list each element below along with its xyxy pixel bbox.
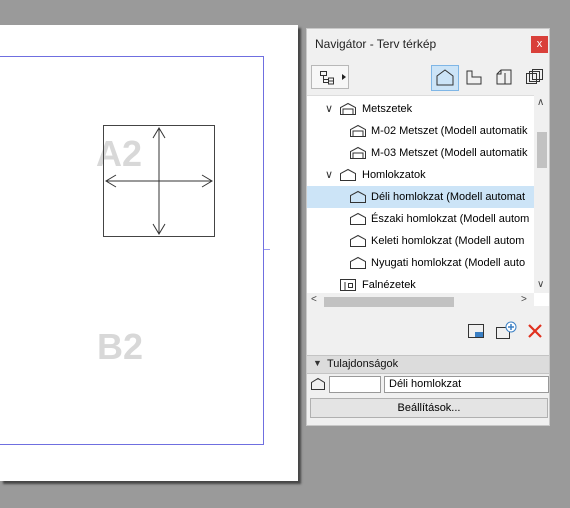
view-id-field[interactable] — [329, 376, 381, 393]
scroll-up-icon[interactable]: ∧ — [537, 97, 544, 108]
tree-item-selected[interactable]: Déli homlokzat (Modell automat — [307, 186, 535, 208]
vertical-scrollbar[interactable]: ∧ ∨ — [534, 95, 549, 293]
properties-header[interactable]: ▼ Tulajdonságok — [307, 355, 549, 374]
tree-label: Északi homlokzat (Modell autom — [371, 213, 530, 225]
section-folder-icon — [340, 102, 356, 115]
tree-folder-elevations[interactable]: ∨ Homlokzatok — [307, 164, 535, 186]
chevron-down-icon[interactable]: ∨ — [325, 164, 333, 186]
publisher-sets-icon — [526, 69, 543, 84]
close-button[interactable]: x — [531, 36, 548, 53]
elevation-marker-arrows — [105, 127, 213, 235]
new-view-icon — [468, 324, 484, 338]
elevation-icon — [350, 190, 366, 203]
scroll-right-icon[interactable]: > — [521, 294, 527, 305]
tree-label: Nyugati homlokzat (Modell auto — [371, 257, 526, 269]
section-icon — [350, 124, 366, 137]
tree-label: Homlokzatok — [362, 169, 426, 181]
zone-label-b2: B2 — [97, 326, 144, 367]
popup-menu-button[interactable] — [311, 65, 349, 89]
tab-publisher-sets[interactable] — [521, 65, 549, 91]
clone-view-button[interactable] — [494, 321, 518, 341]
scroll-down-icon[interactable]: ∨ — [537, 279, 544, 290]
tree-label: M-03 Metszet (Modell automatik — [371, 147, 528, 159]
tree-menu-icon — [320, 71, 346, 85]
tree-label: M-02 Metszet (Modell automatik — [371, 125, 528, 137]
house-icon — [436, 69, 454, 86]
elevation-icon — [350, 212, 366, 225]
delete-x-icon — [528, 324, 542, 338]
navigator-panel: Navigátor - Terv térkép x ∨ Metszetek M-… — [306, 28, 550, 426]
vertical-scroll-thumb[interactable] — [537, 132, 547, 168]
tree-item[interactable]: M-02 Metszet (Modell automatik — [307, 120, 535, 142]
tab-view-map[interactable] — [461, 65, 489, 91]
tree-item[interactable]: M-03 Metszet (Modell automatik — [307, 142, 535, 164]
tree-item[interactable]: Északi homlokzat (Modell autom — [307, 208, 535, 230]
tree-label: Metszetek — [362, 103, 413, 115]
sheet-border — [0, 56, 264, 445]
elevation-icon — [350, 234, 366, 247]
properties-title: Tulajdonságok — [327, 358, 399, 370]
grid-tick — [264, 249, 270, 250]
view-map-icon — [466, 70, 482, 85]
clone-view-icon — [496, 321, 517, 339]
layout-sheet: A2 B2 — [0, 25, 298, 481]
tab-layout-book[interactable] — [491, 65, 519, 91]
navigator-tree: ∨ Metszetek M-02 Metszet (Modell automat… — [307, 95, 549, 306]
chevron-down-icon[interactable]: ∨ — [325, 98, 333, 120]
elevation-icon — [311, 377, 325, 390]
tree-label: Déli homlokzat (Modell automat — [371, 191, 526, 203]
tree-item[interactable]: Nyugati homlokzat (Modell auto — [307, 252, 535, 274]
scroll-left-icon[interactable]: < — [311, 294, 317, 305]
view-name-field[interactable]: Déli homlokzat — [384, 376, 549, 393]
tree-label: Keleti homlokzat (Modell autom — [371, 235, 525, 247]
delete-button[interactable] — [525, 321, 545, 341]
wall-view-icon — [340, 279, 356, 291]
settings-button[interactable]: Beállítások... — [310, 398, 548, 418]
horizontal-scroll-thumb[interactable] — [324, 297, 454, 307]
tab-project-map[interactable] — [431, 65, 459, 91]
elevation-icon — [350, 256, 366, 269]
panel-title: Navigátor - Terv térkép — [315, 37, 437, 51]
collapse-triangle-icon[interactable]: ▼ — [313, 358, 322, 368]
layout-book-icon — [496, 69, 512, 85]
section-icon — [350, 146, 366, 159]
tree-item[interactable]: Keleti homlokzat (Modell autom — [307, 230, 535, 252]
new-view-button[interactable] — [465, 321, 487, 341]
tree-folder-sections[interactable]: ∨ Metszetek — [307, 98, 535, 120]
elevation-folder-icon — [340, 168, 356, 181]
elevation-marker[interactable] — [103, 125, 215, 237]
